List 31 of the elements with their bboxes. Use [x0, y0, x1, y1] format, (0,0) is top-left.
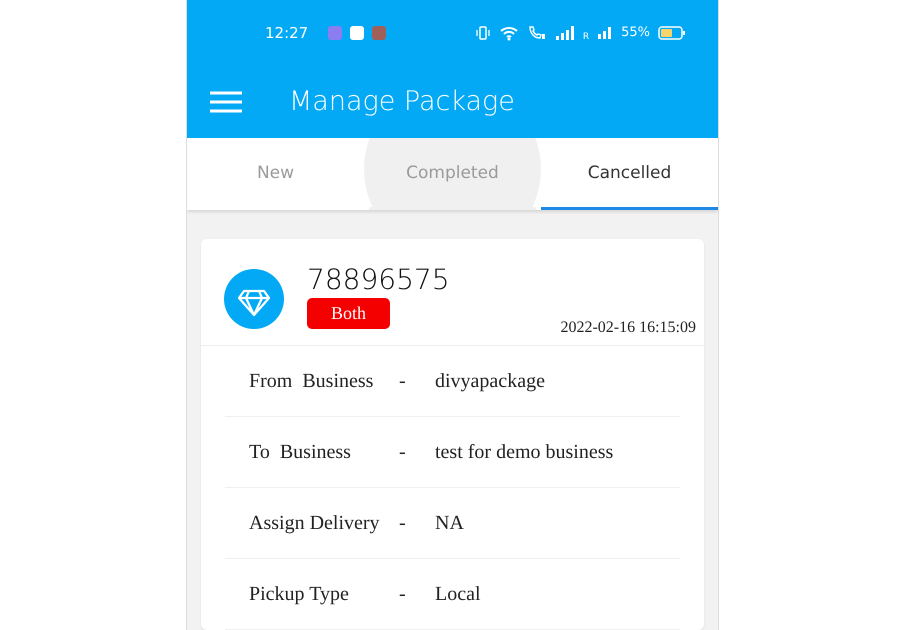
vibrate-icon: [474, 24, 491, 40]
clock: 12:27: [265, 24, 308, 42]
type-badge: Both: [307, 298, 390, 329]
tab[interactable]: New: [187, 138, 364, 210]
signal-icon: [597, 26, 614, 38]
tab[interactable]: Completed: [364, 138, 541, 210]
package-date: 2022-02-16 16:15:09: [560, 319, 696, 337]
battery-percent: 55%: [621, 25, 650, 40]
detail-label: To Business: [249, 440, 352, 464]
menu-icon[interactable]: [210, 90, 242, 112]
roaming-label: R: [582, 32, 590, 42]
detail-label: Pickup Type: [249, 582, 350, 606]
detail-separator: -: [399, 512, 407, 534]
detail-separator: -: [399, 440, 407, 464]
wifi-icon: [498, 24, 519, 40]
detail-separator: -: [399, 370, 407, 392]
detail-value: Local: [435, 582, 481, 606]
detail-label: Assign Delivery: [249, 512, 381, 534]
notification-icon: [372, 26, 386, 40]
detail-separator: -: [399, 582, 407, 606]
notification-icon: [328, 26, 342, 40]
detail-label: From Business: [249, 370, 374, 392]
battery-icon: [658, 26, 686, 40]
detail-value: NA: [435, 512, 464, 534]
notification-icon: [350, 26, 364, 40]
signal-icon: [554, 26, 575, 40]
screen-title: Manage Package: [289, 86, 515, 117]
package-number: 78896575: [307, 263, 450, 296]
detail-value: divyapackage: [435, 370, 545, 392]
detail-value: test for demo business: [435, 440, 614, 464]
tab[interactable]: Cancelled: [541, 138, 718, 210]
